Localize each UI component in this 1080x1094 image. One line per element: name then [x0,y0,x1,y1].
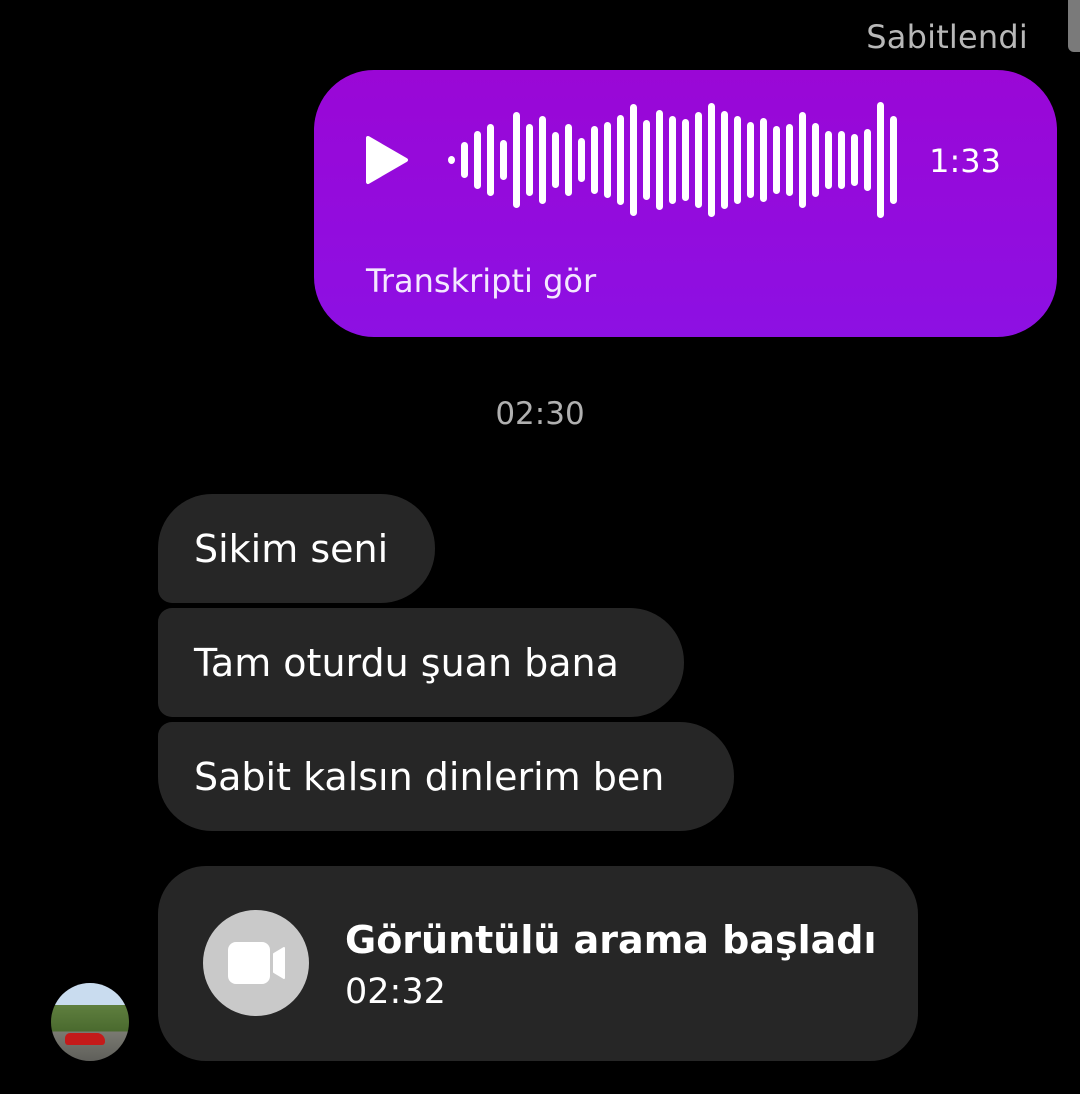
waveform-bar [786,124,793,196]
waveform-bar [721,111,728,209]
waveform-bar [487,124,494,196]
waveform-bar [812,123,819,197]
pinned-label: Sabitlendi [866,18,1028,56]
waveform-bar [734,116,741,204]
waveform-bar [890,116,897,204]
waveform-bar [682,119,689,201]
waveform-bar [604,122,611,198]
waveform-bar [799,112,806,208]
waveform-bar [773,126,780,194]
message-text: Tam oturdu şuan bana [194,640,619,685]
message-bubble[interactable]: Tam oturdu şuan bana [158,608,684,717]
message-text: Sabit kalsın dinlerim ben [194,754,665,799]
call-title: Görüntülü arama başladı [345,918,877,962]
waveform-bar [864,129,871,191]
voice-waveform[interactable] [448,100,908,220]
waveform-bar [851,134,858,186]
waveform-bar [825,131,832,189]
waveform-bar [448,156,455,164]
waveform-bar [877,102,884,218]
play-icon [366,136,408,184]
waveform-bar [474,131,481,189]
waveform-bar [539,116,546,204]
message-timestamp: 02:30 [495,396,585,432]
waveform-bar [656,110,663,210]
waveform-bar [643,120,650,200]
voice-message-bubble[interactable]: 1:33 Transkripti gör [314,70,1057,337]
waveform-bar [591,126,598,194]
waveform-bar [578,138,585,182]
message-text: Sikim seni [194,526,389,571]
waveform-bar [695,112,702,208]
scrollbar[interactable] [1068,0,1080,52]
video-call-card[interactable]: Görüntülü arama başladı 02:32 [158,866,918,1061]
waveform-bar [526,124,533,196]
video-camera-icon [228,942,285,984]
waveform-bar [617,115,624,205]
waveform-bar [552,132,559,188]
video-call-icon-button[interactable] [203,910,309,1016]
waveform-bar [500,140,507,180]
waveform-bar [747,122,754,198]
waveform-bar [630,104,637,216]
message-bubble[interactable]: Sikim seni [158,494,435,603]
avatar[interactable] [51,983,129,1061]
waveform-bar [669,116,676,204]
waveform-bar [838,131,845,189]
waveform-bar [513,112,520,208]
avatar-car-image [65,1033,105,1045]
waveform-bar [708,103,715,217]
message-bubble[interactable]: Sabit kalsın dinlerim ben [158,722,734,831]
transcript-link[interactable]: Transkripti gör [366,262,596,300]
waveform-bar [760,118,767,202]
play-button[interactable] [362,134,412,186]
voice-duration: 1:33 [929,142,1001,180]
waveform-bar [565,124,572,196]
call-time: 02:32 [345,972,446,1012]
waveform-bar [461,142,468,178]
